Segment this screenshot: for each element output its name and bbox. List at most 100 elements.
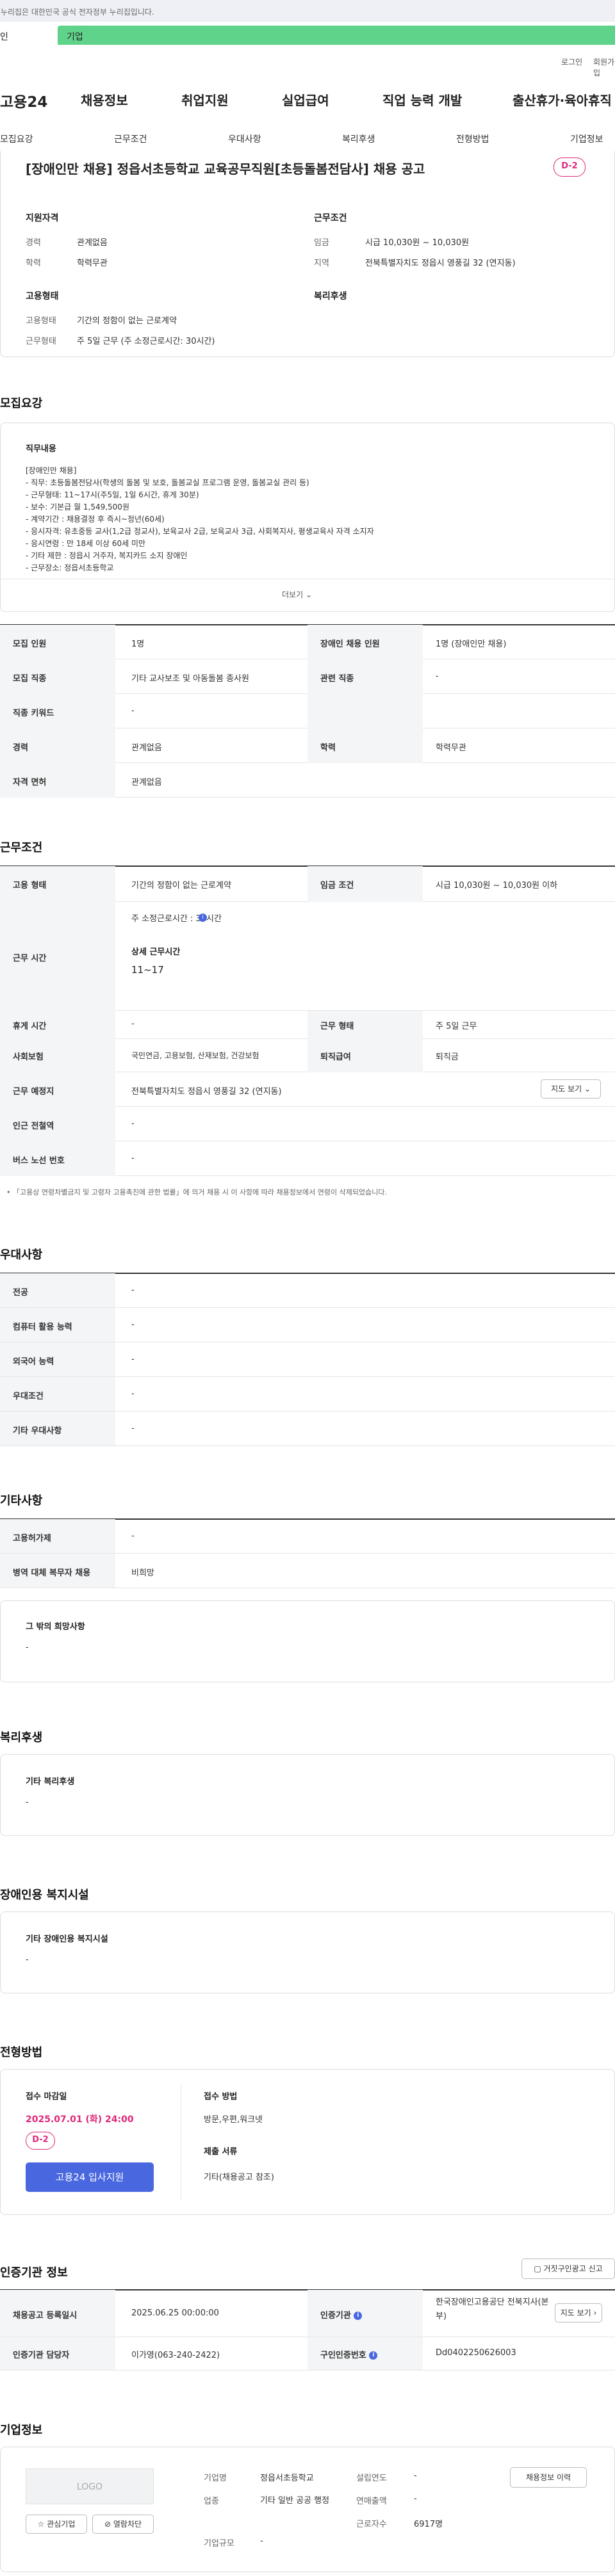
subnav-company[interactable]: 기업정보	[570, 133, 603, 145]
pref-label: 외국어 능력	[13, 1357, 54, 1367]
info-icon[interactable]: i	[369, 2351, 378, 2360]
wage-cond-value: 시급 10,030원 ~ 10,030원 이하	[436, 881, 558, 890]
industry-value: 기타 일반 공공 행정	[260, 2496, 330, 2506]
qual-title: 지원자격	[26, 213, 59, 223]
edu-value: 학력무관	[77, 259, 108, 268]
disab-card-value: -	[26, 1955, 29, 1965]
emp-title: 고용형태	[26, 291, 59, 302]
disab-card-title: 기타 장애인용 복지시설	[26, 1935, 108, 1944]
tab-person[interactable]: 인	[0, 26, 58, 45]
pref-label: 컴퓨터 활용 능력	[13, 1323, 72, 1332]
inst-map-button[interactable]: 지도 보기 ›	[555, 2303, 602, 2322]
fav-company-button[interactable]: ☆ 관심기업	[26, 2515, 87, 2534]
bus-value: -	[131, 1154, 135, 1163]
loc-value: 전북특별자치도 정읍시 영풍길 32 (연지동)	[365, 259, 516, 268]
sales-label: 연매출액	[356, 2497, 387, 2506]
place-value: 전북특별자치도 정읍시 영풍길 32 (연지동)	[131, 1087, 282, 1097]
chevron-down-icon: ⌄	[584, 1084, 591, 1093]
hours-week: 주 소정근로시간 : 30시간	[131, 914, 222, 924]
hours-label: 근무 시간	[13, 954, 47, 963]
est-value: -	[414, 2471, 417, 2481]
place-label: 근무 예정지	[13, 1087, 54, 1097]
more-button[interactable]: 더보기 ⌄	[282, 589, 312, 600]
login-link[interactable]: 로그인	[561, 56, 582, 67]
career-value: 관계없음	[77, 238, 108, 248]
subnav-pref[interactable]: 우대사항	[228, 133, 261, 145]
etc-label: 고용허가제	[13, 1534, 51, 1543]
document-icon: ▢	[534, 2264, 541, 2273]
star-icon: ☆	[37, 2520, 45, 2529]
etc-heading: 기타사항	[0, 1494, 43, 1508]
form-value: 주 5일 근무	[436, 1022, 477, 1031]
subnav-work[interactable]: 근무조건	[114, 133, 147, 145]
mgr-value: 이가영(063-240-2422)	[131, 2351, 220, 2360]
history-button[interactable]: 채용정보 이력	[510, 2467, 587, 2488]
pref-label: 전공	[13, 1288, 28, 1298]
bus-label: 버스 노선 번호	[13, 1156, 65, 1166]
career-label: 경력	[26, 238, 41, 248]
reg-value: 2025.06.25 00:00:00	[131, 2308, 219, 2318]
pref-value: -	[131, 1320, 135, 1330]
company-name-label: 기업명	[204, 2474, 227, 2483]
deadline-label: 접수 마감일	[26, 2092, 67, 2102]
disab-card	[0, 1912, 615, 1993]
info-icon[interactable]: i	[199, 913, 207, 922]
ins-label: 사회보험	[13, 1052, 44, 1062]
work-type-label: 근무형태	[26, 337, 56, 346]
cell-value: 관계없음	[131, 778, 162, 787]
wage-label: 임금	[314, 238, 329, 248]
gnb-item-training[interactable]: 직업 능력 개발	[382, 90, 462, 109]
gnb-item-jobs[interactable]: 채용정보	[81, 90, 128, 109]
join-link[interactable]: 회원가입	[593, 56, 615, 78]
industry-label: 업종	[204, 2497, 219, 2506]
cell-value: 관계없음	[131, 743, 162, 753]
subnav-selection[interactable]: 전형방법	[456, 133, 489, 145]
gnb-item-employment-support[interactable]: 취업지원	[181, 90, 229, 109]
cell-value: 기타 교사보조 및 아동돌봄 종사원	[131, 674, 249, 684]
company-logo: LOGO	[26, 2468, 154, 2504]
est-label: 설립연도	[356, 2474, 387, 2483]
info-icon[interactable]: i	[354, 2312, 363, 2320]
block-button[interactable]: ⊘ 열람차단	[92, 2515, 154, 2534]
employees-label: 근로자수	[356, 2520, 387, 2529]
rest-label: 휴게 시간	[13, 1022, 47, 1031]
site-logo[interactable]: 고용24	[0, 90, 47, 111]
hours-detail-value: 11~17	[131, 964, 164, 976]
subway-label: 인근 전철역	[13, 1122, 54, 1131]
pref-value: -	[131, 1285, 135, 1295]
deadline-value: 2025.07.01 (화) 24:00	[26, 2114, 134, 2125]
hope-title: 그 밖의 희망사항	[26, 1622, 85, 1632]
cell-value: -	[131, 706, 135, 716]
emp-value: 기간의 정함이 없는 근로계약	[131, 881, 231, 890]
gnb-item-unemployment[interactable]: 실업급여	[282, 90, 329, 109]
emp-type-value: 기간의 정함이 없는 근로계약	[77, 316, 177, 326]
inst-value: 한국장애인고용공단 전북지사(본부)	[436, 2298, 549, 2321]
cert-no-value: Dd0402250626003	[436, 2348, 516, 2358]
sales-value: -	[414, 2494, 417, 2504]
mgr-label: 인증기관 담당자	[13, 2351, 70, 2360]
map-button[interactable]: 지도 보기 ⌄	[541, 1079, 601, 1099]
subnav-recruit[interactable]: 모집요강	[0, 133, 33, 145]
selection-heading: 전형방법	[0, 2046, 43, 2059]
report-button[interactable]: ▢ 거짓구인광고 신고	[521, 2258, 615, 2279]
sev-label: 퇴직급여	[320, 1052, 351, 1062]
cell-label: 모집 직종	[13, 674, 47, 684]
cell-value: -	[436, 672, 439, 681]
apply-button[interactable]: 고용24 입사지원	[26, 2162, 154, 2192]
form-label: 근무 형태	[320, 1022, 354, 1031]
method-value: 방문,우편,워크넷	[204, 2115, 263, 2125]
work-heading: 근무조건	[0, 841, 43, 855]
welfare-heading: 복리후생	[0, 1731, 43, 1744]
cert-no-label: 구인인증번호 i	[320, 2348, 378, 2360]
pref-value: -	[131, 1355, 135, 1364]
sev-value: 퇴직금	[436, 1052, 459, 1062]
tab-corp[interactable]: 기업	[58, 26, 615, 45]
company-heading: 기업정보	[0, 2424, 43, 2437]
rest-value: -	[131, 1019, 135, 1029]
cell-label: 직종 키워드	[13, 709, 54, 718]
job-summary-card	[0, 151, 615, 357]
gnb-item-parental-leave[interactable]: 출산휴가·육아휴직	[512, 90, 612, 109]
hours-detail-label: 상세 근무시간	[131, 947, 181, 957]
cell-label: 경력	[13, 743, 28, 753]
subnav-welfare[interactable]: 복리후생	[342, 133, 375, 145]
